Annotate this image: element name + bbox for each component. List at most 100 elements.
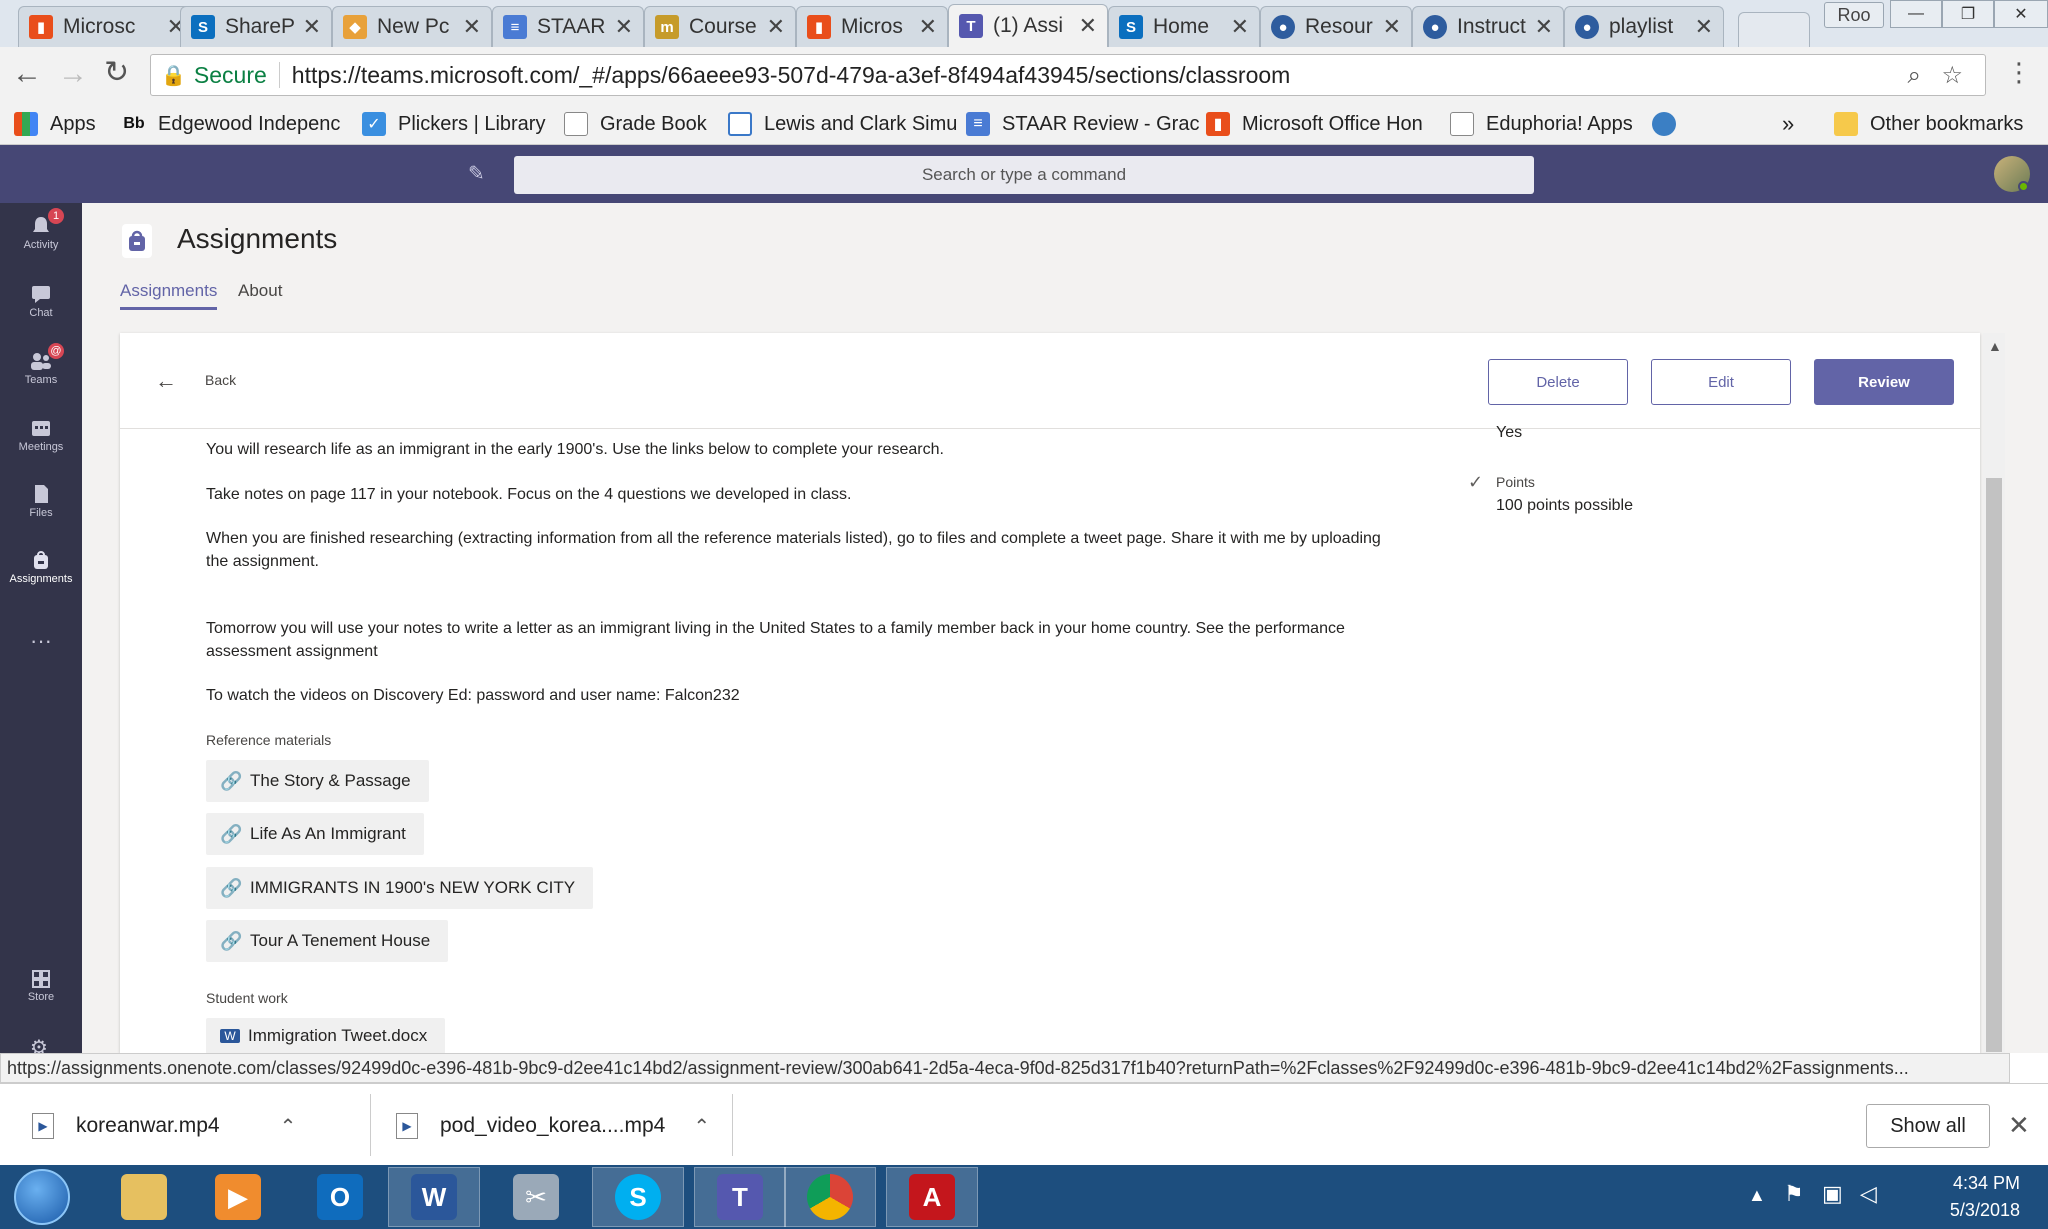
review-button[interactable]: Review [1814,359,1954,405]
taskbar-acrobat[interactable]: A [886,1167,978,1227]
taskbar-outlook[interactable]: O [294,1167,386,1227]
rail-item-store[interactable]: Store [0,955,82,1015]
bookmark-staar[interactable]: ≡ STAAR Review - Grac [966,109,1199,139]
link-icon: 🔗 [220,770,243,791]
rail-item-activity[interactable]: 1 Activity [0,203,82,263]
tab-assignments[interactable]: Assignments [120,281,218,310]
taskbar-media[interactable]: ▶ [192,1167,284,1227]
chevron-up-icon[interactable]: ⌃ [280,1114,297,1139]
close-icon[interactable]: ✕ [1695,14,1713,40]
menu-icon[interactable]: ⋮ [2006,57,2032,88]
close-window-icon[interactable]: ✕ [1994,0,2048,28]
download-item[interactable]: ▶ koreanwar.mp4 ⌃ [32,1104,296,1148]
minimize-icon[interactable]: — [1890,0,1942,28]
close-icon[interactable]: ✕ [919,14,937,40]
edit-button[interactable]: Edit [1651,359,1791,405]
browser-tab[interactable]: ▮ Micros ✕ [796,6,948,47]
folder-icon [1834,112,1858,136]
close-icon[interactable]: ✕ [463,14,481,40]
reference-link[interactable]: 🔗 The Story & Passage [206,760,429,802]
back-link[interactable]: Back [205,372,236,388]
teams-header: ✎ Search or type a command [0,145,2048,203]
bookmark-apps[interactable]: Apps [14,109,96,139]
start-button[interactable] [14,1169,70,1225]
clock-time[interactable]: 4:34 PM [1900,1173,2020,1194]
word-doc-icon: W [220,1029,240,1043]
restore-icon[interactable]: ❐ [1942,0,1994,28]
bookmark-edgewood[interactable]: Bb Edgewood Indepenc [122,109,340,139]
rail-item-meetings[interactable]: Meetings [0,405,82,465]
browser-tab[interactable]: ▮ Microsc ✕ [18,6,196,47]
network-icon[interactable]: ▣ [1822,1181,1843,1207]
browser-tab-active[interactable]: T (1) Assi ✕ [948,4,1108,47]
scrollbar-thumb[interactable] [1986,478,2002,1052]
browser-tab[interactable]: ◆ New Pc ✕ [332,6,492,47]
taskbar-word[interactable]: W [388,1167,480,1227]
rail-item-teams[interactable]: @ Teams [0,338,82,398]
taskbar-tools[interactable]: ✂ [490,1167,582,1227]
reference-link[interactable]: 🔗 Tour A Tenement House [206,920,449,962]
taskbar-teams[interactable]: T [694,1167,786,1227]
bookmarks-overflow[interactable]: » [1782,109,1794,139]
points-value: 100 points possible [1496,497,1633,514]
bookmark-globe[interactable] [1652,109,1688,139]
bookmark-eduphoria[interactable]: Eduphoria! Apps [1450,109,1633,139]
browser-tab[interactable]: ● Resour ✕ [1260,6,1412,47]
back-arrow-icon[interactable]: ← [155,368,177,394]
reference-link[interactable]: 🔗 IMMIGRANTS IN 1900's NEW YORK CITY [206,867,594,909]
close-icon[interactable]: ✕ [303,14,321,40]
browser-tab[interactable]: S ShareP ✕ [180,6,332,47]
close-icon[interactable]: ✕ [2008,1110,2030,1141]
back-arrow-icon[interactable]: ← [12,57,42,91]
browser-tab[interactable]: ● playlist ✕ [1564,6,1724,47]
student-work-file[interactable]: W Immigration Tweet.docx [206,1018,446,1054]
close-icon[interactable]: ✕ [1535,14,1553,40]
more-apps-icon[interactable]: ··· [0,611,82,671]
volume-icon[interactable]: ◁ [1860,1181,1877,1207]
bookmark-grade-book[interactable]: Grade Book [564,109,707,139]
tray-expand-icon[interactable]: ▲ [1748,1185,1766,1206]
download-item[interactable]: ▶ pod_video_korea....mp4 ⌃ [396,1104,710,1148]
bookmark-lewis-clark[interactable]: Lewis and Clark Simu [728,109,957,139]
browser-tab[interactable]: ● Instruct ✕ [1412,6,1564,47]
reference-link[interactable]: 🔗 Life As An Immigrant [206,813,424,855]
secure-label: Secure [193,61,267,88]
rail-item-chat[interactable]: Chat [0,271,82,331]
forward-arrow-icon[interactable]: → [58,57,88,91]
scroll-up-icon[interactable]: ▲ [1988,338,2002,354]
close-icon[interactable]: ✕ [1383,14,1401,40]
browser-tab[interactable]: S Home ✕ [1108,6,1260,47]
rail-item-assignments[interactable]: Assignments [0,537,82,597]
url-omnibox[interactable]: 🔒 Secure https://teams.microsoft.com/_#/… [150,54,1986,96]
rail-item-files[interactable]: Files [0,471,82,531]
skype-icon: S [615,1174,661,1220]
flag-icon[interactable]: ⚑ [1784,1181,1804,1207]
chevron-up-icon[interactable]: ⌃ [693,1114,710,1139]
browser-tab[interactable]: ≡ STAAR ✕ [492,6,644,47]
profile-button[interactable]: Roo [1824,2,1884,28]
close-icon[interactable]: ✕ [1231,14,1249,40]
tab-about[interactable]: About [238,281,282,301]
taskbar-chrome[interactable] [784,1167,876,1227]
delete-button[interactable]: Delete [1488,359,1628,405]
compose-icon[interactable]: ✎ [468,161,485,186]
clock-date[interactable]: 5/3/2018 [1900,1200,2020,1221]
close-icon[interactable]: ✕ [767,14,785,40]
show-all-button[interactable]: Show all [1866,1104,1990,1148]
bookmark-office[interactable]: ▮ Microsoft Office Hon [1206,109,1423,139]
zoom-icon[interactable]: ⌕ [1908,62,1921,90]
close-icon[interactable]: ✕ [1079,13,1097,39]
taskbar-explorer[interactable] [98,1167,190,1227]
taskbar-skype[interactable]: S [592,1167,684,1227]
bookmark-plickers[interactable]: ✓ Plickers | Library [362,109,545,139]
star-icon[interactable]: ☆ [1941,61,1963,90]
backpack-icon [30,550,52,570]
new-tab-button[interactable] [1738,12,1810,47]
instruction-paragraph: You will research life as an immigrant i… [206,441,944,458]
reload-icon[interactable]: ↻ [104,55,129,90]
other-bookmarks[interactable]: Other bookmarks [1834,109,2023,139]
browser-tab[interactable]: m Course ✕ [644,6,796,47]
close-icon[interactable]: ✕ [615,14,633,40]
command-search-input[interactable]: Search or type a command [514,156,1534,194]
plickers-icon: ✓ [362,112,386,136]
